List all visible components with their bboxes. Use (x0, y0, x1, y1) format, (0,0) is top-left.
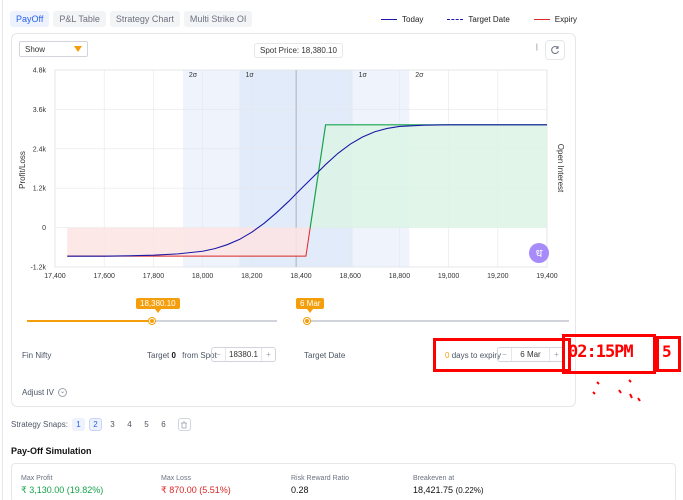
sim-risk-reward-value: 0.28 (291, 485, 309, 495)
date-slider-thumb[interactable] (304, 318, 310, 324)
profit-region (310, 124, 547, 228)
chevron-down-icon: ⌄ (58, 388, 68, 397)
spot-slider-fill (27, 320, 152, 322)
open-interest-label: Open Interest (556, 144, 565, 193)
trash-icon (181, 421, 188, 428)
snap-4[interactable]: 4 (123, 418, 136, 431)
sim-risk-reward: Risk Reward Ratio 0.28 (291, 475, 349, 495)
sim-max-profit-amount: ₹ 3,130.00 (21, 485, 65, 495)
y-axis-label: Profit/Loss (18, 151, 27, 189)
y-tick-label: 1.2k (33, 186, 47, 193)
sim-max-profit: Max Profit ₹ 3,130.00 (19.82%) (21, 475, 103, 496)
payoff-simulation-card: Max Profit ₹ 3,130.00 (19.82%) Max Loss … (11, 463, 676, 500)
target-label-text: Target (147, 351, 170, 360)
y-tick-label: 3.6k (33, 107, 47, 114)
date-slider-track[interactable] (307, 320, 569, 322)
sim-max-loss-label: Max Loss (161, 475, 191, 482)
y-tick-label: 2.4k (33, 146, 47, 153)
delete-snap-button[interactable] (177, 418, 191, 431)
spot-increment-button[interactable]: + (262, 350, 275, 359)
x-tick-label: 17,600 (93, 273, 115, 280)
sim-breakeven-pct: (0.22%) (455, 486, 484, 495)
x-tick-label: 18,800 (389, 273, 411, 280)
date-stepper[interactable]: − 6 Mar + (497, 347, 564, 362)
target-label: Target 0 from Spot (147, 351, 217, 360)
spot-input[interactable]: 18380.1 (225, 348, 262, 361)
sigma-label-3: 1σ (359, 72, 368, 79)
x-tick-label: 17,400 (44, 273, 66, 280)
sim-risk-reward-label: Risk Reward Ratio (291, 475, 349, 482)
date-input[interactable]: 6 Mar (511, 348, 550, 361)
date-decrement-button[interactable]: − (498, 350, 511, 359)
days-to-expiry-text: days to expiry (451, 351, 502, 360)
sigma-label-4: 2σ (415, 72, 424, 79)
date-slider-tooltip: 6 Mar (296, 298, 325, 313)
x-tick-label: 18,600 (339, 273, 361, 280)
target-date-label: Target Date (304, 351, 346, 360)
sim-max-loss-value: ₹ 870.00 (5.51%) (161, 485, 231, 496)
red-scribble-marks (592, 379, 641, 402)
days-to-expiry-count: 0 (445, 351, 450, 360)
snap-5[interactable]: 5 (140, 418, 153, 431)
sim-max-profit-pct: (19.82%) (66, 485, 104, 495)
watermark-logo: ध (529, 243, 549, 263)
snap-6[interactable]: 6 (157, 418, 170, 431)
spot-slider-tooltip: 18,380.10 (136, 298, 180, 313)
x-tick-label: 18,200 (241, 273, 263, 280)
days-to-expiry: 0 days to expiry (445, 351, 501, 360)
x-tick-label: 19,400 (536, 273, 558, 280)
handwritten-time: 02:15PM (568, 342, 634, 362)
snap-3[interactable]: 3 (106, 418, 119, 431)
sigma-label-2: 1σ (246, 72, 255, 79)
x-tick-label: 19,000 (438, 273, 460, 280)
snap-2[interactable]: 2 (88, 418, 102, 431)
snap-1[interactable]: 1 (71, 418, 85, 431)
sim-breakeven: Breakeven at 18,421.75 (0.22%) (413, 475, 484, 495)
handwritten-extra: 5 (662, 342, 672, 361)
svg-text:ध: ध (536, 247, 543, 260)
y-tick-label: -1.2k (30, 265, 46, 272)
payoff-simulation-title: Pay-Off Simulation (11, 446, 92, 456)
strategy-snaps-label: Strategy Snaps: (11, 420, 68, 429)
x-tick-label: 18,000 (192, 273, 214, 280)
x-tick-label: 17,800 (143, 273, 165, 280)
sim-max-profit-label: Max Profit (21, 475, 53, 482)
spot-decrement-button[interactable]: − (212, 350, 225, 359)
spot-stepper[interactable]: − 18380.1 + (211, 347, 276, 362)
sim-breakeven-label: Breakeven at (413, 475, 455, 482)
sigma-label-1: 2σ (189, 72, 198, 79)
sim-max-loss: Max Loss ₹ 870.00 (5.51%) (161, 475, 231, 496)
sim-breakeven-value: 18,421.75 (0.22%) (413, 485, 484, 495)
x-tick-label: 18,400 (290, 273, 312, 280)
y-tick-label: 4.8k (33, 68, 47, 75)
sim-max-loss-amount: ₹ 870.00 (161, 485, 197, 495)
loss-region (67, 227, 311, 257)
x-tick-label: 19,200 (487, 273, 509, 280)
adjust-iv-label: Adjust IV (22, 388, 55, 397)
target-value: 0 (171, 351, 176, 360)
spot-slider-thumb[interactable] (149, 318, 155, 324)
sim-breakeven-amount: 18,421.75 (413, 485, 454, 495)
adjust-iv-toggle[interactable]: Adjust IV ⌄ (22, 388, 68, 397)
y-tick-label: 0 (42, 225, 46, 232)
sim-max-profit-value: ₹ 3,130.00 (19.82%) (21, 485, 103, 496)
sim-max-loss-pct: (5.51%) (199, 485, 231, 495)
fin-nifty-label: Fin Nifty (22, 351, 52, 360)
strategy-snaps: Strategy Snaps: 1 2 3 4 5 6 (11, 418, 191, 431)
